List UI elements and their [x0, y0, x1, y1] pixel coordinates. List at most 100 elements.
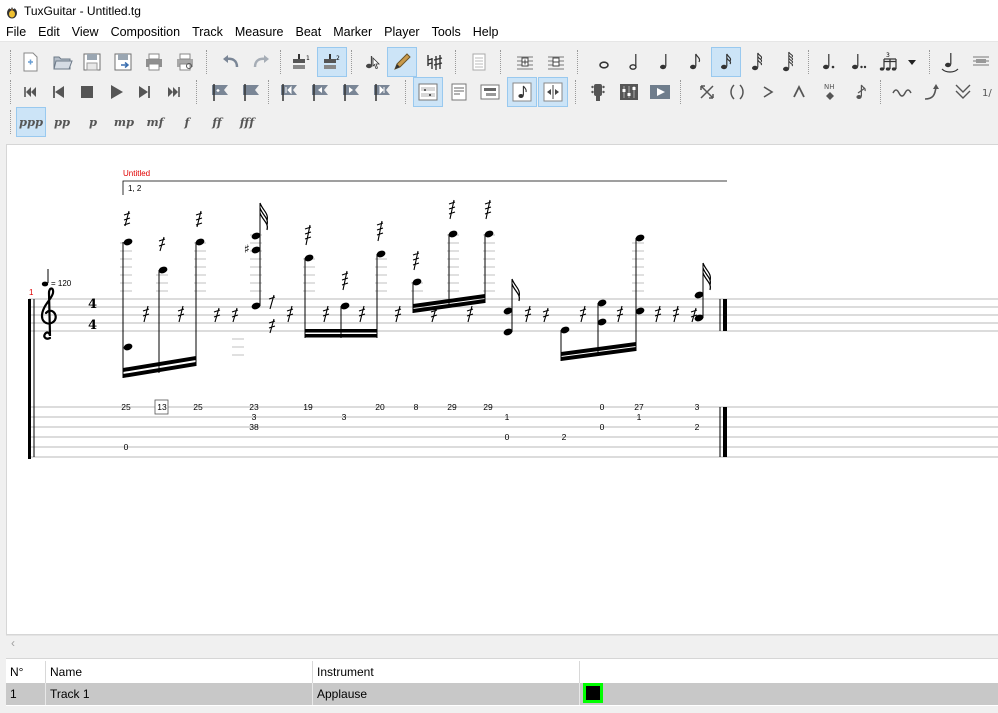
tab-fret-number[interactable]: 19 [303, 402, 313, 412]
menu-measure[interactable]: Measure [229, 22, 290, 42]
compact-view-toggle[interactable] [538, 77, 568, 107]
voice-1-button[interactable]: 1 [286, 47, 316, 77]
tab-fret-number[interactable]: 23 [249, 402, 259, 412]
new-file-button[interactable] [15, 47, 45, 77]
tab-fret-number[interactable]: 0 [600, 422, 605, 432]
page-view-button[interactable] [444, 77, 474, 107]
tied-note-button[interactable] [934, 47, 964, 77]
tab-fret-number[interactable]: 13 [157, 402, 167, 412]
tab-fret-number[interactable]: 3 [695, 402, 700, 412]
stop-button[interactable] [72, 77, 102, 107]
menu-composition[interactable]: Composition [105, 22, 186, 42]
undo-button[interactable] [216, 47, 246, 77]
scroll-left-icon[interactable]: ‹ [11, 636, 15, 650]
ghost-note-button[interactable] [722, 77, 752, 107]
menu-player[interactable]: Player [378, 22, 425, 42]
track-row-name[interactable]: Track 1 [46, 683, 313, 705]
dotted-note-button[interactable] [813, 47, 843, 77]
add-measure-button[interactable] [510, 47, 540, 77]
whole-note-button[interactable] [589, 47, 619, 77]
menu-track[interactable]: Track [186, 22, 229, 42]
accent-button[interactable] [753, 77, 783, 107]
track-row-number[interactable]: 1 [6, 683, 46, 705]
menu-edit[interactable]: Edit [32, 22, 66, 42]
dynamic-fff-button[interactable]: fff [232, 107, 262, 137]
voice-2-button[interactable]: 2 [317, 47, 347, 77]
bend-button[interactable] [917, 77, 947, 107]
grace-note-button[interactable] [846, 77, 876, 107]
tab-fret-number[interactable]: 25 [121, 402, 131, 412]
tab-fret-number[interactable]: 0 [124, 442, 129, 452]
marker-last-button[interactable] [367, 77, 397, 107]
tab-fret-number[interactable]: 8 [414, 402, 419, 412]
track-color-swatch[interactable] [583, 683, 603, 703]
tab-fret-number[interactable]: 29 [483, 402, 493, 412]
harmonic-button[interactable]: NH [815, 77, 845, 107]
menu-beat[interactable]: Beat [290, 22, 328, 42]
redo-button[interactable] [246, 47, 276, 77]
first-measure-button[interactable] [15, 77, 45, 107]
tab-fret-number[interactable]: 1 [505, 412, 510, 422]
last-measure-button[interactable] [159, 77, 189, 107]
score-notation-toggle[interactable] [507, 77, 537, 107]
chord-button[interactable] [464, 47, 494, 77]
tab-fret-number[interactable]: 0 [505, 432, 510, 442]
menu-marker[interactable]: Marker [327, 22, 378, 42]
remove-measure-button[interactable] [541, 47, 571, 77]
marker-next-button[interactable] [336, 77, 366, 107]
dead-note-button[interactable] [692, 77, 722, 107]
dynamic-mp-button[interactable]: mp [109, 107, 139, 137]
repeat-close-button[interactable] [236, 77, 266, 107]
track-row-color-cell[interactable] [580, 683, 998, 705]
score-editor-canvas[interactable]: Untitled 1, 2 = 120 1 4 4 ♯ 25 13 25 23 … [6, 144, 998, 635]
marker-previous-button[interactable] [305, 77, 335, 107]
sixty-fourth-note-button[interactable] [773, 47, 803, 77]
thirty-second-note-button[interactable] [742, 47, 772, 77]
save-as-button[interactable] [108, 47, 138, 77]
dynamic-p-button[interactable]: p [78, 107, 108, 137]
edit-mode-button[interactable] [387, 47, 417, 77]
mixer-button[interactable] [614, 77, 644, 107]
previous-measure-button[interactable] [43, 77, 73, 107]
score-sheet[interactable]: Untitled 1, 2 = 120 1 4 4 ♯ 25 13 25 23 … [7, 145, 998, 635]
print-button[interactable] [139, 47, 169, 77]
next-measure-button[interactable] [130, 77, 160, 107]
tab-fret-number[interactable]: 2 [562, 432, 567, 442]
tab-fret-number[interactable]: 1 [637, 412, 642, 422]
track-row-instrument[interactable]: Applause [313, 683, 580, 705]
tremolo-bar-button[interactable] [948, 77, 978, 107]
dynamic-f-button[interactable]: f [172, 107, 202, 137]
heavy-accent-button[interactable] [784, 77, 814, 107]
menu-file[interactable]: File [0, 22, 32, 42]
dynamic-mf-button[interactable]: mf [140, 107, 170, 137]
menu-view[interactable]: View [66, 22, 105, 42]
column-header-color[interactable] [580, 661, 998, 683]
play-button[interactable] [101, 77, 131, 107]
tab-fret-number[interactable]: 2 [695, 422, 700, 432]
print-preview-button[interactable] [170, 47, 200, 77]
dynamic-ppp-button[interactable]: ppp [16, 107, 46, 137]
dynamic-ff-button[interactable]: ff [202, 107, 232, 137]
save-button[interactable] [77, 47, 107, 77]
double-dotted-note-button[interactable] [843, 47, 873, 77]
marker-first-button[interactable] [274, 77, 304, 107]
open-file-button[interactable] [47, 47, 77, 77]
column-header-instrument[interactable]: Instrument [313, 661, 580, 683]
tab-fret-number[interactable]: 20 [375, 402, 385, 412]
tuplet-dropdown[interactable] [902, 47, 922, 77]
tab-fret-number[interactable]: 25 [193, 402, 203, 412]
linear-view-button[interactable] [475, 77, 505, 107]
tab-fret-number[interactable]: 3 [342, 412, 347, 422]
sixteenth-note-button[interactable] [711, 47, 741, 77]
tuplet-button[interactable]: 3 [874, 47, 904, 77]
tuner-button[interactable] [583, 77, 613, 107]
tab-fret-number[interactable]: 38 [249, 422, 259, 432]
transport-button[interactable] [645, 77, 675, 107]
tab-view-button[interactable] [966, 47, 996, 77]
tab-numbers[interactable]: 25 13 25 23 3 38 19 3 20 8 29 29 1 0 2 0… [121, 399, 700, 452]
tab-fret-number[interactable]: 0 [600, 402, 605, 412]
dynamic-pp-button[interactable]: pp [47, 107, 77, 137]
tab-fret-number[interactable]: 29 [447, 402, 457, 412]
eighth-note-button[interactable] [680, 47, 710, 77]
column-header-name[interactable]: Name [46, 661, 313, 683]
